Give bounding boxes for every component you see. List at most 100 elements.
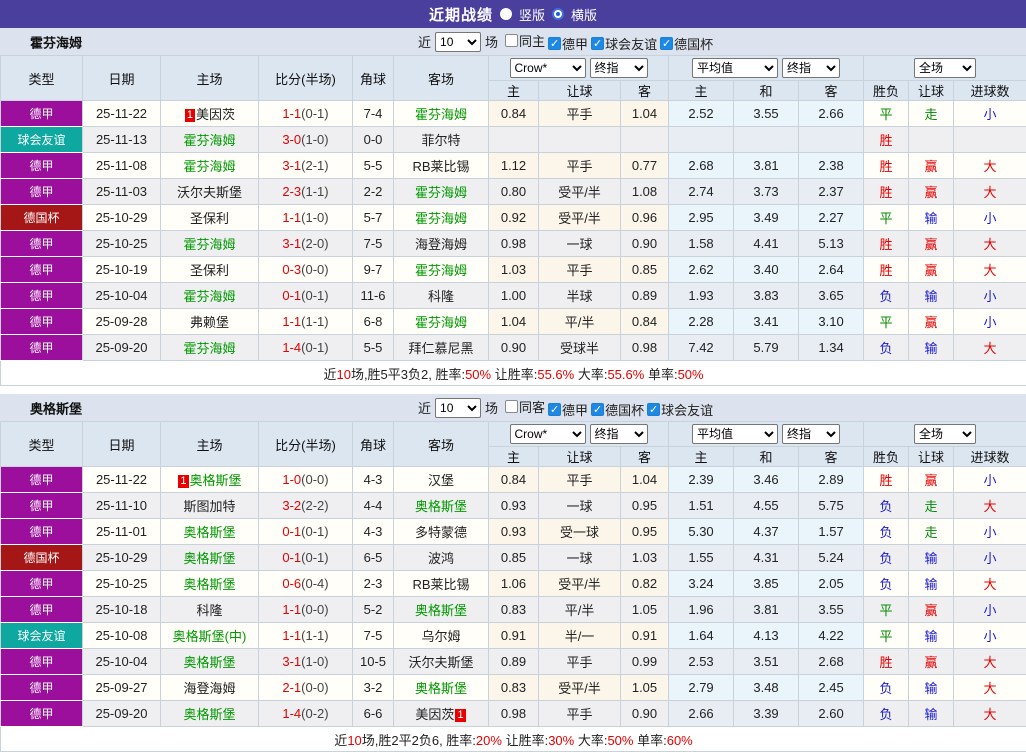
home-team-name[interactable]: 奥格斯堡 xyxy=(190,473,242,488)
match-count-select[interactable]: 10 xyxy=(435,398,481,418)
filter-checkbox-德甲[interactable]: ✓德甲 xyxy=(548,400,588,419)
home-team-name[interactable]: 霍芬海姆 xyxy=(183,341,235,356)
away-team-name[interactable]: 奥格斯堡 xyxy=(415,603,467,618)
home-team-name[interactable]: 奥格斯堡 xyxy=(183,655,235,670)
away-team-name[interactable]: 波鸿 xyxy=(428,551,454,566)
result-goals-cell: 小 xyxy=(954,101,1026,127)
radio-vertical-label[interactable]: 竖版 xyxy=(519,5,545,24)
fulltime-score: 3-1 xyxy=(282,236,301,251)
away-team-name[interactable]: 海登海姆 xyxy=(415,237,467,252)
summary-text: 近 xyxy=(334,733,347,748)
odds-final-select[interactable]: 终指 xyxy=(590,424,648,444)
rank-badge: 1 xyxy=(455,709,465,722)
away-team-name[interactable]: 汉堡 xyxy=(428,473,454,488)
home-team-name[interactable]: 霍芬海姆 xyxy=(183,159,235,174)
result-wdl-cell: 负 xyxy=(864,545,909,571)
home-team-name[interactable]: 霍芬海姆 xyxy=(183,133,235,148)
avg-home-cell xyxy=(669,127,734,153)
radio-vertical-icon[interactable] xyxy=(500,8,512,20)
fulltime-select[interactable]: 全场 xyxy=(914,58,976,78)
match-row: 球会友谊25-11-13霍芬海姆3-0(1-0)0-0菲尔特胜 xyxy=(1,127,1026,153)
avg-source-select[interactable]: 平均值 xyxy=(692,424,778,444)
avg-draw-cell: 3.83 xyxy=(734,283,799,309)
home-team-name[interactable]: 霍芬海姆 xyxy=(183,237,235,252)
home-team-name[interactable]: 奥格斯堡(中) xyxy=(173,629,247,644)
home-team-name[interactable]: 沃尔夫斯堡 xyxy=(177,185,242,200)
checkbox-icon[interactable]: ✓ xyxy=(548,37,561,50)
away-team-name[interactable]: RB莱比锡 xyxy=(412,159,469,174)
checkbox-icon[interactable]: ✓ xyxy=(591,403,604,416)
odds-home-cell: 0.85 xyxy=(489,545,539,571)
radio-horizontal-icon[interactable] xyxy=(552,8,564,20)
away-team-name[interactable]: 霍芬海姆 xyxy=(415,315,467,330)
away-team-name[interactable]: 霍芬海姆 xyxy=(415,185,467,200)
halftime-score: (2-0) xyxy=(301,236,328,251)
match-date-cell: 25-11-22 xyxy=(83,467,161,493)
avg-source-select[interactable]: 平均值 xyxy=(692,58,778,78)
checkbox-icon[interactable] xyxy=(505,400,518,413)
away-team-name[interactable]: 乌尔姆 xyxy=(421,629,460,644)
home-team-name[interactable]: 奥格斯堡 xyxy=(183,551,235,566)
filter-checkbox-同客[interactable]: 同客 xyxy=(505,397,545,416)
avg-final-select[interactable]: 终指 xyxy=(782,424,840,444)
result-goals-cell: 小 xyxy=(954,309,1026,335)
home-team-title: 霍芬海姆 xyxy=(30,32,82,51)
filter-checkbox-德甲[interactable]: ✓德甲 xyxy=(548,34,588,53)
handicap-cell: 受球半 xyxy=(539,335,621,361)
odds-source-select[interactable]: Crow* xyxy=(510,424,586,444)
home-team-name[interactable]: 美因茨 xyxy=(196,107,235,122)
home-team-name[interactable]: 弗赖堡 xyxy=(190,315,229,330)
fulltime-score: 3-1 xyxy=(282,654,301,669)
away-team-name[interactable]: 美因茨 xyxy=(415,707,454,722)
checkbox-icon[interactable]: ✓ xyxy=(660,37,673,50)
home-team-name[interactable]: 斯图加特 xyxy=(183,499,235,514)
odds-source-select[interactable]: Crow* xyxy=(510,58,586,78)
avg-final-select[interactable]: 终指 xyxy=(782,58,840,78)
filter-checkbox-同主[interactable]: 同主 xyxy=(505,31,545,50)
away-team-name[interactable]: 霍芬海姆 xyxy=(415,263,467,278)
odds-final-select[interactable]: 终指 xyxy=(590,58,648,78)
handicap-cell: 平手 xyxy=(539,101,621,127)
halftime-score: (1-1) xyxy=(301,314,328,329)
home-team-name[interactable]: 奥格斯堡 xyxy=(183,707,235,722)
away-team-cell: 科隆 xyxy=(394,283,489,309)
away-team-name[interactable]: 霍芬海姆 xyxy=(415,107,467,122)
home-team-name[interactable]: 奥格斯堡 xyxy=(183,525,235,540)
away-team-name[interactable]: 菲尔特 xyxy=(421,133,460,148)
match-row: 德甲25-10-25霍芬海姆3-1(2-0)7-5海登海姆0.98一球0.901… xyxy=(1,231,1026,257)
filter-checkbox-球会友谊[interactable]: ✓球会友谊 xyxy=(647,400,713,419)
result-handicap-cell: 赢 xyxy=(909,153,954,179)
home-team-name[interactable]: 科隆 xyxy=(196,603,222,618)
checkbox-icon[interactable]: ✓ xyxy=(548,403,561,416)
fulltime-select[interactable]: 全场 xyxy=(914,424,976,444)
checkbox-icon[interactable]: ✓ xyxy=(591,37,604,50)
away-team-name[interactable]: RB莱比锡 xyxy=(412,577,469,592)
filter-checkbox-德国杯[interactable]: ✓德国杯 xyxy=(591,400,644,419)
avg-home-cell: 1.96 xyxy=(669,597,734,623)
radio-horizontal-label[interactable]: 横版 xyxy=(571,5,597,24)
handicap-cell: 平手 xyxy=(539,649,621,675)
avg-draw-cell: 4.31 xyxy=(734,545,799,571)
away-team-name[interactable]: 霍芬海姆 xyxy=(415,211,467,226)
match-row: 德国杯25-10-29奥格斯堡0-1(0-1)6-5波鸿0.85一球1.031.… xyxy=(1,545,1026,571)
home-team-name[interactable]: 奥格斯堡 xyxy=(183,577,235,592)
away-team-name[interactable]: 拜仁慕尼黑 xyxy=(408,341,473,356)
away-team-name[interactable]: 多特蒙德 xyxy=(415,525,467,540)
away-team-cell: RB莱比锡 xyxy=(394,571,489,597)
checkbox-icon[interactable] xyxy=(505,34,518,47)
away-team-name[interactable]: 沃尔夫斯堡 xyxy=(408,655,473,670)
checkbox-icon[interactable]: ✓ xyxy=(647,403,660,416)
away-team-name[interactable]: 奥格斯堡 xyxy=(415,681,467,696)
home-team-name[interactable]: 海登海姆 xyxy=(183,681,235,696)
away-team-name[interactable]: 奥格斯堡 xyxy=(415,499,467,514)
away-team-name[interactable]: 科隆 xyxy=(428,289,454,304)
odds-group-header: Crow*终指 xyxy=(489,56,669,81)
home-team-name[interactable]: 圣保利 xyxy=(190,211,229,226)
home-team-name[interactable]: 霍芬海姆 xyxy=(183,289,235,304)
home-team-name[interactable]: 圣保利 xyxy=(190,263,229,278)
filter-checkbox-球会友谊[interactable]: ✓球会友谊 xyxy=(591,34,657,53)
home-team-cell: 圣保利 xyxy=(161,205,259,231)
match-row: 德甲25-10-19圣保利0-3(0-0)9-7霍芬海姆1.03平手0.852.… xyxy=(1,257,1026,283)
match-count-select[interactable]: 10 xyxy=(435,32,481,52)
filter-checkbox-德国杯[interactable]: ✓德国杯 xyxy=(660,34,713,53)
